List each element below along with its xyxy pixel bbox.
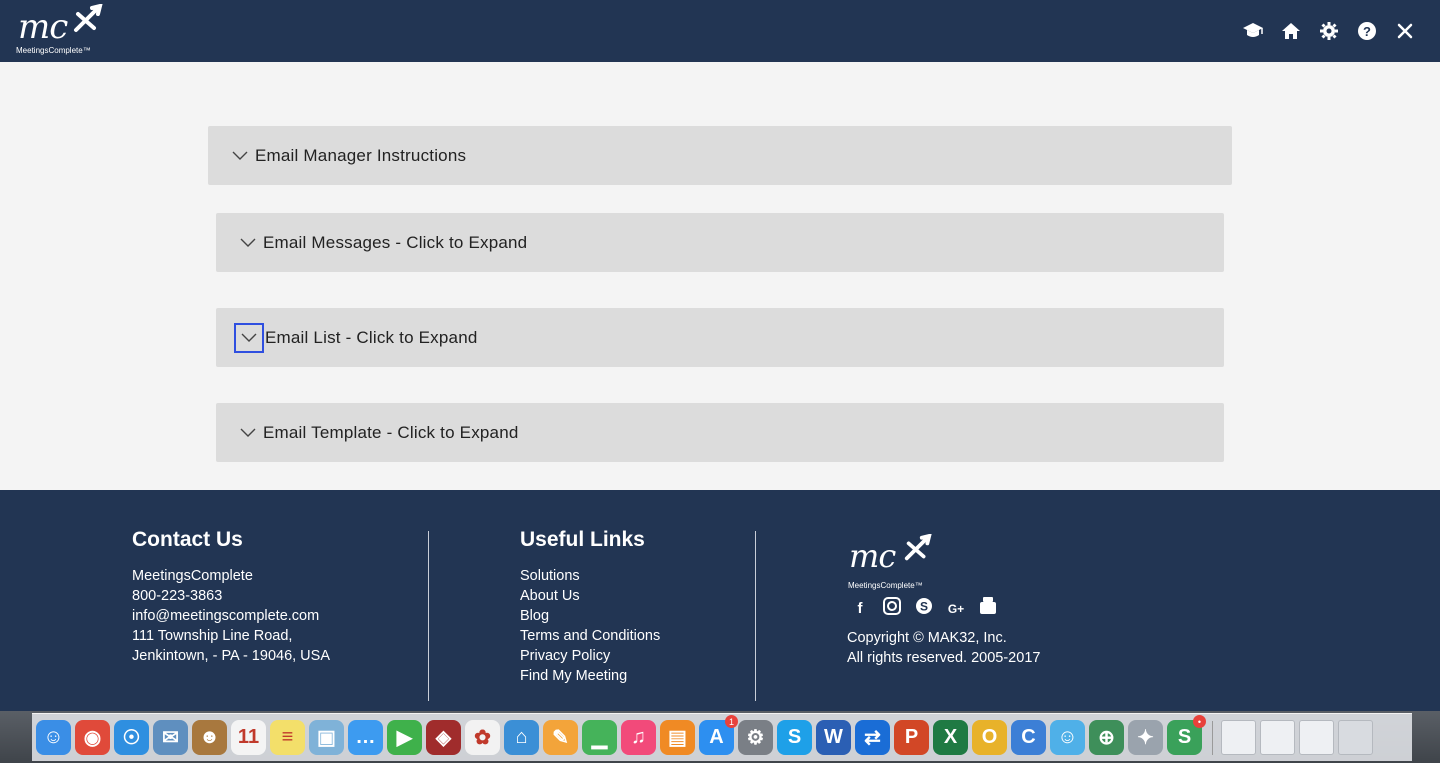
word-icon[interactable]: W — [816, 720, 851, 755]
c-app-icon[interactable]: C — [1011, 720, 1046, 755]
notification-badge: 1 — [725, 715, 738, 728]
footer-logo-mc-text: mc — [849, 537, 896, 575]
footer-logo: mc MeetingsComplete™ — [847, 534, 943, 592]
pages-icon[interactable]: ✎ — [543, 720, 578, 755]
skype-icon[interactable]: S — [913, 597, 935, 621]
ibooks-icon[interactable]: ▤ — [660, 720, 695, 755]
footer-useful-links: Useful Links Solutions About Us Blog Ter… — [520, 528, 660, 686]
header-actions: ? — [1242, 20, 1416, 42]
document-stack-icon-3[interactable] — [1299, 720, 1334, 755]
preview-icon[interactable]: ▣ — [309, 720, 344, 755]
contacts-icon[interactable]: ☻ — [192, 720, 227, 755]
gear-icon[interactable] — [1318, 20, 1340, 42]
close-icon[interactable] — [1394, 20, 1416, 42]
chevron-down-icon[interactable] — [236, 231, 260, 255]
messages-icon[interactable]: … — [348, 720, 383, 755]
dock-separator — [1212, 720, 1213, 755]
accordion-email-list[interactable]: Email List - Click to Expand — [216, 308, 1224, 367]
macos-dock: ☺ ◉ ☉ ✉ ☻ 11 ≡ ▣… ▶ ◈ ✿ ⌂ ✎ ▁ ♫ ▤ A 1 ⚙ S W ⇄ P X O C ☺ ⊕ ✦ S • — [0, 711, 1440, 763]
keynote-icon[interactable]: ⌂ — [504, 720, 539, 755]
copyright-text: Copyright © MAK32, Inc. — [847, 630, 1007, 646]
social-links: f S G+ — [849, 596, 1040, 622]
notification-badge: • — [1193, 715, 1206, 728]
footer-divider — [428, 531, 429, 701]
facetime-icon[interactable]: ▶ — [387, 720, 422, 755]
logo-brand-text: MeetingsComplete™ — [16, 46, 91, 55]
satellite-icon[interactable]: ✦ — [1128, 720, 1163, 755]
instagram-icon[interactable] — [881, 597, 903, 621]
graduation-cap-icon[interactable] — [1242, 20, 1264, 42]
help-icon[interactable]: ? — [1356, 20, 1378, 42]
meetingscomplete-logo[interactable]: mc MeetingsComplete™ — [14, 4, 110, 58]
document-stack-icon-2[interactable] — [1260, 720, 1295, 755]
link-blog[interactable]: Blog — [520, 606, 660, 626]
accordion-email-template[interactable]: Email Template - Click to Expand — [216, 403, 1224, 462]
contact-company: MeetingsComplete — [132, 568, 253, 584]
accordion-label: Email Manager Instructions — [255, 145, 467, 165]
chrome-icon[interactable]: ◉ — [75, 720, 110, 755]
airplane-icon — [904, 534, 932, 561]
airplane-icon — [74, 4, 103, 32]
excel-icon[interactable]: X — [933, 720, 968, 755]
svg-text:?: ? — [1363, 24, 1371, 39]
accordion-label: Email Messages - Click to Expand — [263, 232, 528, 252]
footer-logo-brand: MeetingsComplete™ — [848, 581, 923, 590]
site-footer: Contact Us MeetingsComplete 800-223-3863… — [0, 490, 1440, 715]
footer-links-title: Useful Links — [520, 528, 645, 551]
accordion-email-messages[interactable]: Email Messages - Click to Expand — [216, 213, 1224, 272]
accordion-label: Email List - Click to Expand — [265, 327, 478, 347]
network-globe-icon[interactable]: ⊕ — [1089, 720, 1124, 755]
facebook-icon[interactable]: f — [849, 599, 871, 619]
link-privacy[interactable]: Privacy Policy — [520, 646, 660, 666]
safari-icon[interactable]: ☉ — [114, 720, 149, 755]
itunes-icon[interactable]: ♫ — [621, 720, 656, 755]
chevron-down-icon[interactable] — [228, 144, 252, 168]
numbers-icon[interactable]: ▁ — [582, 720, 617, 755]
calendar-icon[interactable]: 11 — [231, 720, 266, 755]
link-solutions[interactable]: Solutions — [520, 566, 660, 586]
contact-address-line1: 111 Township Line Road, — [132, 628, 293, 644]
accordion-email-manager-instructions[interactable]: Email Manager Instructions — [208, 126, 1232, 185]
accordion-label: Email Template - Click to Expand — [263, 422, 519, 442]
finder-icon[interactable]: ☺ — [36, 720, 71, 755]
dock-shelf: ☺ ◉ ☉ ✉ ☻ 11 ≡ ▣… ▶ ◈ ✿ ⌂ ✎ ▁ ♫ ▤ A 1 ⚙ S W ⇄ P X O C ☺ ⊕ ✦ S • — [32, 713, 1412, 761]
photo-booth-icon[interactable]: ◈ — [426, 720, 461, 755]
top-header: mc MeetingsComplete™ ? — [0, 0, 1440, 62]
logo-mc-text: mc — [18, 7, 68, 47]
youtube-icon[interactable] — [977, 596, 999, 622]
contact-address-line2: Jenkintown, - PA - 19046, USA — [132, 648, 331, 664]
footer-contact: Contact Us MeetingsComplete 800-223-3863… — [132, 528, 331, 666]
teamviewer-icon[interactable]: ⇄ — [855, 720, 890, 755]
link-about-us[interactable]: About Us — [520, 586, 660, 606]
contact-phone[interactable]: 800-223-3863 — [132, 586, 330, 606]
chevron-down-icon[interactable] — [234, 322, 264, 353]
photos-icon[interactable]: ✿ — [465, 720, 500, 755]
home-icon[interactable] — [1280, 20, 1302, 42]
system-preferences-icon[interactable]: ⚙ — [738, 720, 773, 755]
skype-icon[interactable]: S — [777, 720, 812, 755]
outlook-icon[interactable]: O — [972, 720, 1007, 755]
footer-divider — [755, 531, 756, 701]
footer-contact-title: Contact Us — [132, 528, 243, 551]
slack-like-icon[interactable]: S • — [1167, 715, 1206, 755]
footer-brand: mc MeetingsComplete™ f S G+ Copyright © … — [847, 534, 1041, 668]
notes-icon[interactable]: ≡ — [270, 720, 305, 755]
chevron-down-icon[interactable] — [236, 421, 260, 445]
trash-icon[interactable] — [1338, 720, 1373, 755]
people-icon[interactable]: ☺ — [1050, 720, 1085, 755]
svg-text:S: S — [920, 600, 928, 614]
powerpoint-icon[interactable]: P — [894, 720, 929, 755]
google-plus-icon[interactable]: G+ — [945, 599, 967, 619]
rights-text: All rights reserved. 2005-2017 — [847, 650, 1041, 666]
contact-email[interactable]: info@meetingscomplete.com — [132, 606, 330, 626]
mail-stamp-icon[interactable]: ✉ — [153, 720, 188, 755]
link-find-my-meeting[interactable]: Find My Meeting — [520, 666, 660, 686]
link-terms[interactable]: Terms and Conditions — [520, 626, 660, 646]
app-store-icon[interactable]: A1 — [699, 715, 738, 755]
document-stack-icon-1[interactable] — [1221, 720, 1256, 755]
